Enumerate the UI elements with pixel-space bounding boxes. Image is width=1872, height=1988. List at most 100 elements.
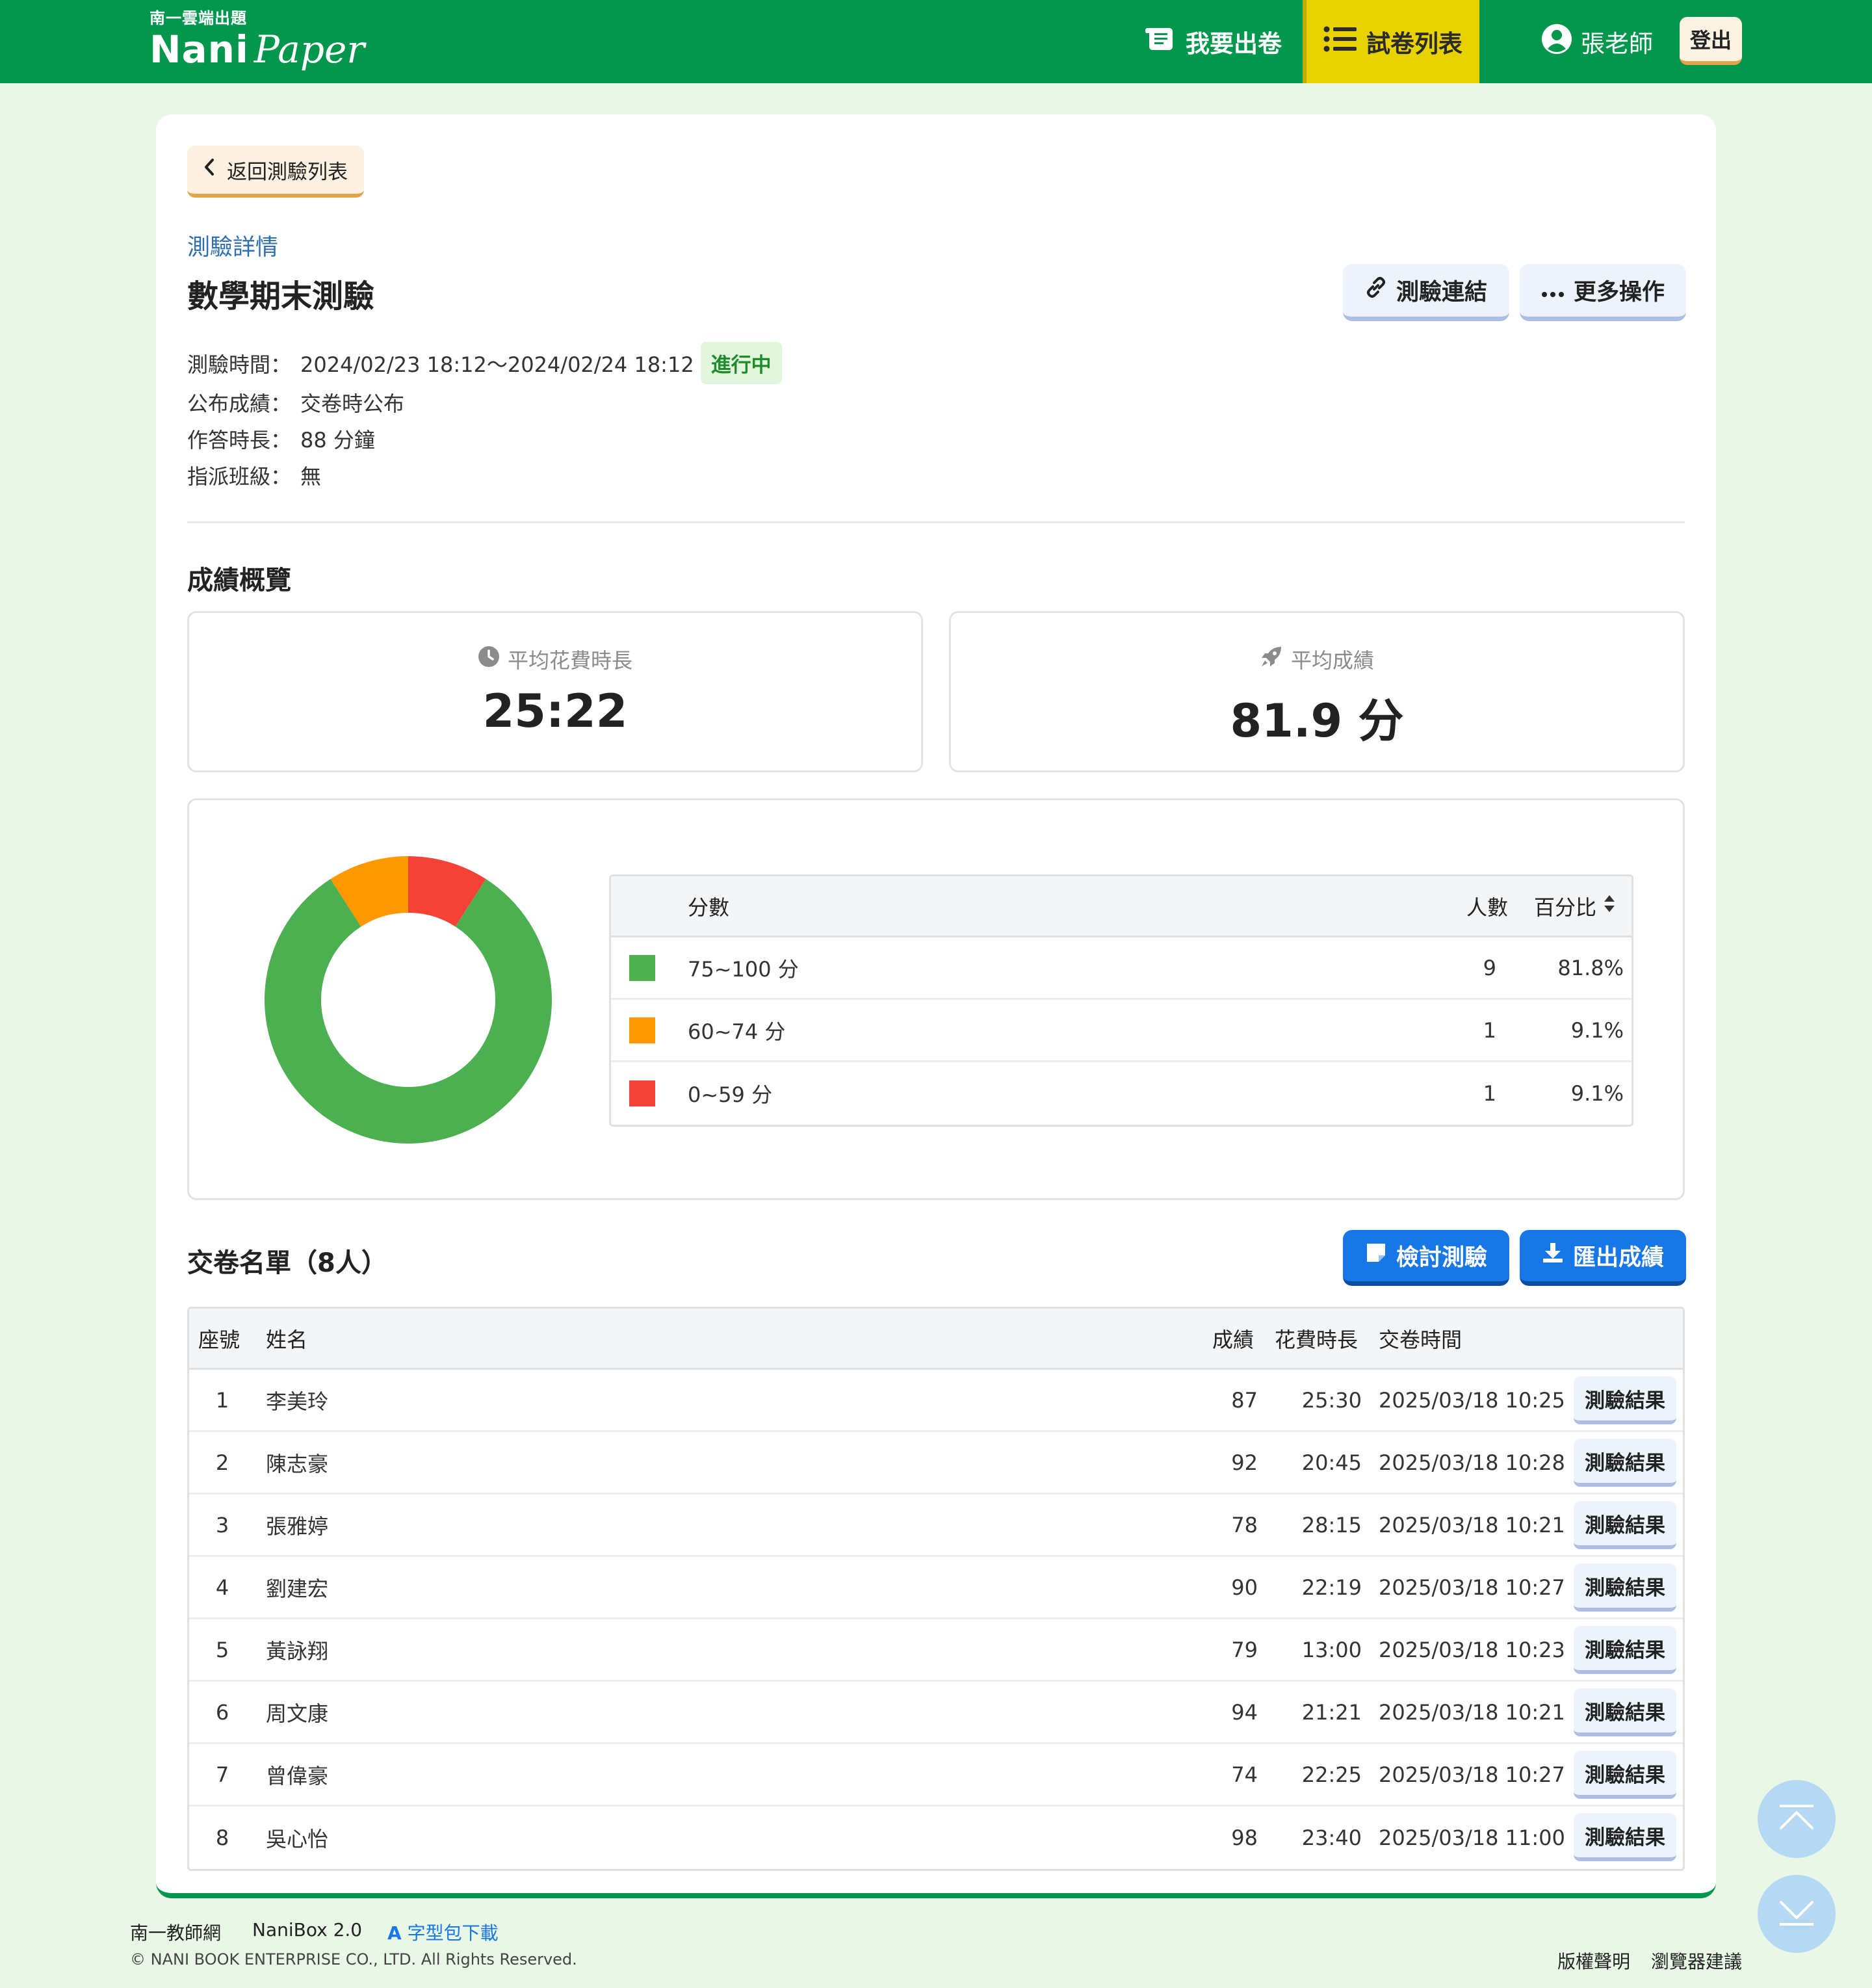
nav-paper-list[interactable]: 試卷列表 <box>1303 0 1479 83</box>
nav-make-label: 我要出卷 <box>1186 30 1282 58</box>
score-cell: 98 <box>1231 1825 1258 1850</box>
footer-link-copyright[interactable]: 版權聲明 <box>1557 1948 1630 1974</box>
distribution-header: 分數 人數 百分比 <box>611 876 1632 937</box>
footer-link-font-download[interactable]: A 字型包下載 <box>387 1919 499 1945</box>
student-name: 陳志豪 <box>266 1451 329 1476</box>
score-cell: 87 <box>1231 1387 1258 1413</box>
meta-duration-value: 88 分鐘 <box>300 428 375 452</box>
export-scores-button[interactable]: 匯出成績 <box>1520 1230 1686 1286</box>
table-row: 1 李美玲 87 25:30 2025/03/18 10:25 測驗結果 <box>189 1370 1683 1432</box>
scroll-bottom-button[interactable] <box>1758 1875 1836 1953</box>
footer-link-teacher-net[interactable]: 南一教師網 <box>130 1919 221 1945</box>
user-name: 張老師 <box>1581 30 1653 58</box>
arrow-to-top-icon <box>1777 1803 1816 1835</box>
table-row: 2 陳志豪 92 20:45 2025/03/18 10:28 測驗結果 <box>189 1432 1683 1495</box>
duration-cell: 23:40 <box>1301 1825 1362 1850</box>
detail-section-label: 測驗詳情 <box>187 235 279 261</box>
meta-publish: 公布成績： 交卷時公布 <box>187 387 404 417</box>
review-exam-button[interactable]: 檢討測驗 <box>1343 1230 1509 1286</box>
table-row: 4 劉建宏 90 22:19 2025/03/18 10:27 測驗結果 <box>189 1557 1683 1619</box>
seat-cell: 7 <box>215 1762 229 1787</box>
export-scores-label: 匯出成績 <box>1572 1245 1664 1271</box>
meta-exam-time-label: 測驗時間： <box>187 352 292 377</box>
font-a-icon: A <box>387 1922 402 1944</box>
table-row: 7 曾偉豪 74 22:25 2025/03/18 10:27 測驗結果 <box>189 1744 1683 1807</box>
footer-link-nanibox[interactable]: NaniBox 2.0 <box>252 1919 362 1941</box>
view-result-button[interactable]: 測驗結果 <box>1574 1376 1676 1424</box>
view-result-button[interactable]: 測驗結果 <box>1574 1501 1676 1549</box>
status-badge: 進行中 <box>700 342 782 384</box>
score-distribution-panel: 分數 人數 百分比 75~100 分 9 81.8% 60~74 分 1 9.1… <box>187 798 1685 1200</box>
scroll-top-button[interactable] <box>1758 1780 1836 1858</box>
distribution-row: 75~100 分 9 81.8% <box>611 937 1632 1000</box>
sticky-note-icon <box>1365 1242 1387 1270</box>
dist-percent: 9.1% <box>1570 1017 1624 1043</box>
nav-make-paper[interactable]: 我要出卷 <box>1144 0 1282 83</box>
distribution-row: 0~59 分 1 9.1% <box>611 1062 1632 1125</box>
view-result-button[interactable]: 測驗結果 <box>1574 1813 1676 1861</box>
dist-header-percent[interactable]: 百分比 <box>1534 876 1616 935</box>
submitted-time-cell: 2025/03/18 10:25 <box>1379 1387 1565 1413</box>
col-seat: 座號 <box>198 1327 240 1352</box>
footer-copyright: © NANI BOOK ENTERPRISE CO., LTD. All Rig… <box>130 1950 577 1968</box>
meta-exam-time: 測驗時間： 2024/02/23 18:12～2024/02/24 18:12 … <box>187 342 782 384</box>
meta-class: 指派班級： 無 <box>187 460 321 490</box>
view-result-button[interactable]: 測驗結果 <box>1574 1563 1676 1612</box>
submitted-time-cell: 2025/03/18 10:21 <box>1379 1512 1565 1537</box>
score-cell: 90 <box>1231 1575 1258 1600</box>
submitted-time-cell: 2025/03/18 10:27 <box>1379 1762 1565 1787</box>
link-icon <box>1365 276 1387 304</box>
exam-link-button[interactable]: 測驗連結 <box>1343 264 1509 321</box>
sort-icon <box>1603 894 1616 919</box>
distribution-table: 分數 人數 百分比 75~100 分 9 81.8% 60~74 分 1 9.1… <box>609 874 1633 1127</box>
user-menu[interactable]: 張老師 <box>1542 0 1653 83</box>
seat-cell: 5 <box>215 1637 229 1662</box>
view-result-button[interactable]: 測驗結果 <box>1574 1751 1676 1799</box>
dist-swatch-cell <box>629 1062 655 1125</box>
submitted-time-cell: 2025/03/18 10:21 <box>1379 1699 1565 1725</box>
duration-cell: 22:19 <box>1301 1575 1362 1600</box>
overview-title: 成績概覽 <box>187 566 291 595</box>
duration-cell: 21:21 <box>1301 1699 1362 1725</box>
avg-score-label-row: 平均成績 <box>951 644 1683 674</box>
duration-cell: 28:15 <box>1301 1512 1362 1537</box>
table-row: 8 吳心怡 98 23:40 2025/03/18 11:00 測驗結果 <box>189 1807 1683 1869</box>
view-result-button[interactable]: 測驗結果 <box>1574 1626 1676 1674</box>
avg-score-value: 81.9 分 <box>1230 694 1404 748</box>
score-donut-chart <box>265 856 552 1144</box>
student-name: 曾偉豪 <box>266 1763 329 1788</box>
back-label: 返回測驗列表 <box>227 160 348 184</box>
student-name: 張雅婷 <box>266 1513 329 1539</box>
submitted-time-cell: 2025/03/18 11:00 <box>1379 1825 1565 1850</box>
scroll-icon <box>1144 25 1176 59</box>
donut-slice-0 <box>265 879 552 1144</box>
meta-duration-label: 作答時長： <box>187 428 292 452</box>
more-actions-button[interactable]: 更多操作 <box>1520 264 1686 321</box>
student-name: 李美玲 <box>266 1389 329 1414</box>
student-name: 吳心怡 <box>266 1827 329 1851</box>
top-navbar: 南一雲端出題 Nani Paper 我要出卷 試卷列表 張老師 登出 <box>0 0 1872 83</box>
legend-swatch-red <box>629 1080 655 1106</box>
duration-cell: 13:00 <box>1301 1637 1362 1662</box>
dist-range: 75~100 分 <box>688 956 799 982</box>
col-time: 花費時長 <box>1275 1327 1358 1352</box>
avg-score-card: 平均成績 81.9 分 <box>949 611 1685 772</box>
score-cell: 74 <box>1231 1762 1258 1787</box>
submissions-body: 1 李美玲 87 25:30 2025/03/18 10:25 測驗結果 2 陳志豪 92 20:… <box>189 1370 1683 1869</box>
student-name: 劉建宏 <box>266 1576 329 1601</box>
chevron-left-icon <box>203 158 215 181</box>
view-result-button[interactable]: 測驗結果 <box>1574 1688 1676 1736</box>
logout-button[interactable]: 登出 <box>1680 17 1742 65</box>
view-result-button[interactable]: 測驗結果 <box>1574 1439 1676 1487</box>
dist-range: 60~74 分 <box>688 1019 786 1044</box>
footer-link-browser[interactable]: 瀏覽器建議 <box>1651 1948 1742 1974</box>
dist-count: 1 <box>1483 1017 1496 1043</box>
dist-header-range: 分數 <box>688 895 730 920</box>
meta-publish-label: 公布成績： <box>187 391 292 416</box>
brand-name-bold: Nani <box>150 27 249 72</box>
brand-logo[interactable]: 南一雲端出題 Nani Paper <box>150 5 365 71</box>
back-to-list-button[interactable]: 返回測驗列表 <box>187 146 364 198</box>
meta-publish-value: 交卷時公布 <box>300 391 405 416</box>
student-name: 黃詠翔 <box>266 1638 329 1664</box>
clock-icon <box>478 646 500 673</box>
